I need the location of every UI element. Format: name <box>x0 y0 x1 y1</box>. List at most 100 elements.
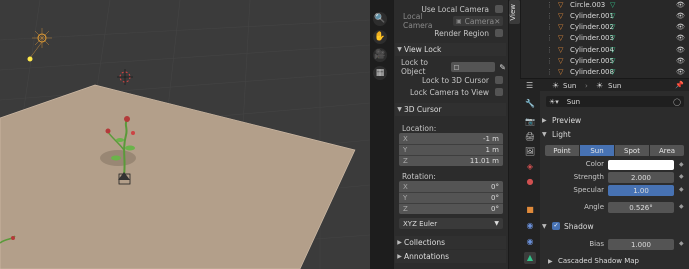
rotation-mode-dropdown[interactable]: XYZ Euler ▼ <box>399 218 503 229</box>
visibility-eye-icon[interactable]: 👁 <box>676 23 685 31</box>
pin-icon[interactable]: 📌 <box>675 81 684 89</box>
view-layer-tab-icon[interactable]: 🖼 <box>524 146 536 158</box>
cursor-rotation-z-field[interactable]: Z 0° <box>399 203 503 214</box>
visibility-eye-icon[interactable]: 👁 <box>676 57 685 65</box>
outliner-item-name: Circle.003 <box>570 0 606 9</box>
use-local-camera-checkbox[interactable] <box>495 5 503 13</box>
strength-label: Strength <box>573 173 604 181</box>
shadow-checkbox[interactable]: ✓ <box>552 222 560 230</box>
zoom-icon[interactable]: 🔍 <box>373 12 387 26</box>
light-header[interactable]: ▼ Light <box>542 128 687 140</box>
cursor-rotation-y-value: 0° <box>491 194 499 202</box>
annotations-header[interactable]: ▶ Annotations <box>395 250 506 263</box>
light-type-area-button[interactable]: Area <box>650 145 684 156</box>
lock-to-3d-cursor-label: Lock to 3D Cursor <box>422 75 489 85</box>
outliner-row[interactable]: ⋮ ▽ Cylinder.005 ▽ 👁 <box>520 55 689 67</box>
visibility-eye-icon[interactable]: 👁 <box>676 34 685 42</box>
world-tab-icon[interactable]: ● <box>524 176 536 188</box>
mesh-object-icon: ▽ <box>558 0 564 9</box>
angle-field[interactable]: 0.526° <box>608 202 674 213</box>
preview-header[interactable]: ▶ Preview <box>542 114 687 126</box>
color-swatch[interactable] <box>608 160 674 170</box>
shadow-header[interactable]: ▼ ✓ Shadow <box>542 220 687 232</box>
output-tab-icon[interactable]: 🖨 <box>524 131 536 143</box>
visibility-eye-icon[interactable]: 👁 <box>676 12 685 20</box>
outliner-row[interactable]: ⋮ ▽ Circle.003 ▽ 👁 <box>520 0 689 11</box>
lock-camera-to-view-row[interactable]: Lock Camera to View <box>395 86 506 98</box>
lock-camera-to-view-checkbox[interactable] <box>495 88 503 96</box>
editor-type-icon[interactable]: ☰ <box>526 81 533 90</box>
mesh-object-icon: ▽ <box>558 11 564 20</box>
strength-field[interactable]: 2.000 <box>608 172 674 183</box>
render-region-row[interactable]: Render Region <box>395 27 506 39</box>
outliner-item-name: Cylinder.003 <box>570 34 614 43</box>
light-data-selector[interactable]: ☀▾ Sun ◯ <box>546 96 684 107</box>
outliner-row[interactable]: ⋮ ▽ Cylinder.001 ▽ 👁 <box>520 10 689 22</box>
cursor-location-z-field[interactable]: Z 11.01 m <box>399 155 503 166</box>
cursor-location-x-field[interactable]: X -1 m <box>399 133 503 144</box>
expand-triangle-icon: ▼ <box>397 106 402 113</box>
render-region-checkbox[interactable] <box>495 29 503 37</box>
eyedropper-icon[interactable]: ✎ <box>499 63 506 72</box>
animate-dot-icon[interactable]: ◆ <box>679 203 684 210</box>
collections-title: Collections <box>404 238 446 247</box>
light-data-name: Sun <box>566 97 581 106</box>
render-tab-icon[interactable]: 📷 <box>524 116 536 128</box>
bias-field[interactable]: 1.000 <box>608 239 674 250</box>
camera-small-icon: ▣ <box>456 17 462 25</box>
animate-dot-icon[interactable]: ◆ <box>679 186 684 193</box>
mesh-data-icon: ▽ <box>610 45 616 54</box>
light-type-sun-button[interactable]: Sun <box>580 145 614 156</box>
mesh-object-icon: ▽ <box>558 67 564 76</box>
lock-to-object-field[interactable]: □ <box>450 62 496 72</box>
constraints-tab-icon[interactable]: ◉ <box>524 236 536 248</box>
axis-x-label: X <box>403 134 408 143</box>
cursor-rotation-x-field[interactable]: X 0° <box>399 181 503 192</box>
outliner-row[interactable]: ⋮ ▽ Cylinder.008 ▽ 👁 <box>520 66 689 78</box>
3d-cursor[interactable] <box>117 69 133 85</box>
outliner-row[interactable]: ⋮ ▽ Cylinder.004 ▽ 👁 <box>520 44 689 56</box>
lock-to-cursor-row[interactable]: Lock to 3D Cursor <box>395 74 506 86</box>
3d-cursor-header[interactable]: ▼ 3D Cursor <box>395 103 506 116</box>
grid-icon[interactable]: ▦ <box>373 66 387 80</box>
fake-user-shield-icon[interactable]: ◯ <box>673 98 681 106</box>
bias-label: Bias <box>589 240 604 248</box>
lock-to-3d-cursor-checkbox[interactable] <box>495 76 503 84</box>
scene-tab-icon[interactable]: ◈ <box>524 161 536 173</box>
specular-label: Specular <box>573 186 604 194</box>
hand-icon[interactable]: ✋ <box>373 30 387 44</box>
visibility-eye-icon[interactable]: 👁 <box>676 68 685 76</box>
physics-tab-icon[interactable]: ◉ <box>524 220 536 232</box>
floor-plane[interactable] <box>0 84 356 269</box>
mesh-object-icon: ▽ <box>558 45 564 54</box>
light-data-tab-icon[interactable]: ▲ <box>524 252 536 264</box>
breadcrumb-object: Sun <box>563 82 577 90</box>
axis-z-label: Z <box>403 205 408 213</box>
light-type-point-button[interactable]: Point <box>545 145 579 156</box>
cascaded-shadow-map-header[interactable]: ▶ Cascaded Shadow Map <box>548 255 687 267</box>
animate-dot-icon[interactable]: ◆ <box>679 161 684 168</box>
specular-field[interactable]: 1.00 <box>608 185 674 196</box>
specular-value: 1.00 <box>633 186 649 195</box>
animate-dot-icon[interactable]: ◆ <box>679 173 684 180</box>
light-type-spot-button[interactable]: Spot <box>615 145 649 156</box>
tree-line-icon: ⋮ <box>546 45 553 54</box>
outliner-row[interactable]: ⋮ ▽ Cylinder.003 ▽ 👁 <box>520 33 689 45</box>
sun-light-object[interactable] <box>27 28 53 62</box>
tool-tab-icon[interactable]: 🔧 <box>524 98 536 110</box>
tab-view[interactable]: View <box>509 0 520 24</box>
local-camera-field[interactable]: ▣ Camera ✕ <box>453 16 503 26</box>
animate-dot-icon[interactable]: ◆ <box>679 240 684 247</box>
view-lock-header[interactable]: ▼ View Lock <box>395 43 506 56</box>
visibility-eye-icon[interactable]: 👁 <box>676 1 685 9</box>
camera-icon[interactable]: 🎥 <box>373 48 387 62</box>
clear-icon[interactable]: ✕ <box>494 17 500 26</box>
collections-header[interactable]: ▶ Collections <box>395 236 506 249</box>
object-tab-icon[interactable]: ■ <box>524 204 536 216</box>
cursor-location-y-field[interactable]: Y 1 m <box>399 144 503 155</box>
visibility-eye-icon[interactable]: 👁 <box>676 46 685 54</box>
cursor-rotation-y-field[interactable]: Y 0° <box>399 192 503 203</box>
outliner-row[interactable]: ⋮ ▽ Cylinder.002 ▽ 👁 <box>520 21 689 33</box>
mesh-data-icon: ▽ <box>610 34 616 43</box>
3d-viewport[interactable] <box>0 0 370 269</box>
